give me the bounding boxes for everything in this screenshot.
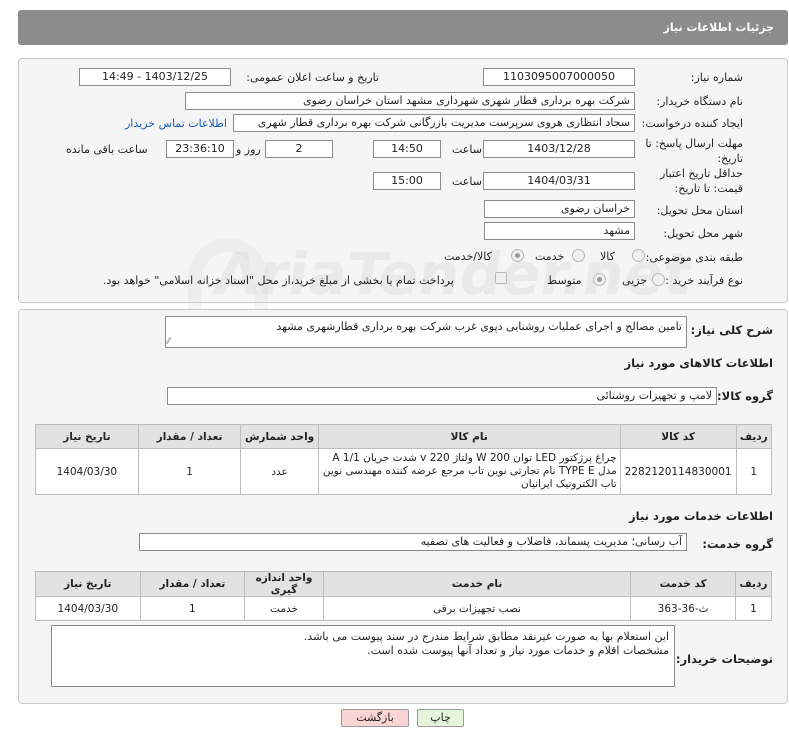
services-col-unit: واحد اندازه گیری [244,571,324,597]
process-radio-medium[interactable] [593,273,606,286]
back-button[interactable]: بازگشت [341,709,409,727]
services-cell-name: نصب تجهیزات برقی [322,596,632,621]
page-header: جزئیات اطلاعات نیاز [18,10,788,45]
province-field: خراسان رضوی [484,200,635,218]
send-deadline-time-field: 14:50 [373,140,441,158]
price-validity-label: حداقل تاریخ اعتبار قیمت: تا تاریخ: [659,167,743,195]
process-radio-minor[interactable] [652,273,665,286]
process-option-medium: متوسط [547,274,582,287]
buyer-notes-field: این استعلام بها به صورت غیرنقد مطابق شرا… [51,625,675,687]
city-label: شهر محل تحویل: [663,227,743,240]
print-button[interactable]: چاپ [417,709,464,727]
requester-field: سجاد انتظاری هروی سرپرست مدیریت بازرگانی… [233,114,635,132]
goods-cell-row: 1 [735,448,773,495]
category-radio-service[interactable] [572,249,585,262]
buyer-org-label: نام دستگاه خریدار: [656,95,743,108]
category-option-goods: کالا [600,250,615,263]
buyer-notes-line-1: این استعلام بها به صورت غیرنقد مطابق شرا… [303,630,669,643]
goods-section-title: اطلاعات کالاهای مورد نیاز [624,356,773,370]
goods-group-field: لامپ و تجهیزات روشنائی [167,387,717,405]
remaining-label: ساعت باقی مانده [66,143,148,156]
send-deadline-time-label: ساعت [452,143,482,156]
buyer-notes-label: توضیحات خریدار: [675,652,773,666]
services-col-row: ردیف [734,571,773,597]
services-table: ردیف کد خدمت نام خدمت واحد اندازه گیری ت… [35,571,773,621]
days-label: روز و [236,143,261,156]
description-field: تامین مصالح و اجرای عملیات روشنایی دپوی … [165,316,687,348]
process-label: نوع فرآیند خرید : [665,274,743,287]
send-deadline-date-field: 1403/12/28 [483,140,635,158]
send-deadline-label: مهلت ارسال پاسخ: تا تاریخ: [645,137,743,165]
price-validity-time-label: ساعت [452,175,482,188]
services-group-label: گروه خدمت: [702,537,773,551]
goods-col-name: نام کالا [317,424,621,449]
goods-col-unit: واحد شمارش [240,424,319,449]
resize-handle-icon[interactable]: ⁄⁄ [167,337,170,347]
remaining-time-field: 23:36:10 [166,140,234,158]
services-col-date: تاریخ نیاز [35,571,141,597]
category-option-service: خدمت [535,250,565,263]
payment-note: پرداخت تمام یا بخشی از مبلغ خرید،از محل … [103,274,454,287]
goods-col-qty: تعداد / مقدار [137,424,242,449]
days-field: 2 [265,140,333,158]
category-label: طبقه بندی موضوعی: [645,251,743,264]
goods-group-label: گروه کالا: [717,389,773,403]
services-cell-qty: 1 [139,596,246,621]
requester-label: ایجاد کننده درخواست: [641,117,743,130]
services-col-code: کد خدمت [630,571,736,597]
services-col-qty: تعداد / مقدار [139,571,246,597]
description-label: شرح کلی نیاز: [690,323,773,337]
payment-checkbox[interactable] [495,272,507,284]
goods-cell-unit: عدد [240,448,319,495]
goods-cell-name: چراغ پرژکتور LED توان W 200 ولتاژ 220 v … [317,448,621,495]
city-field: مشهد [484,222,635,240]
price-validity-date-field: 1404/03/31 [483,172,635,190]
services-table-header: ردیف کد خدمت نام خدمت واحد اندازه گیری ت… [35,571,773,597]
table-row: 1 ث-36-363 نصب تجهیزات برقی خدمت 1 1404/… [35,596,773,621]
services-cell-row: 1 [734,596,773,621]
buyer-notes-line-2: مشخصات اقلام و خدمات مورد نیاز و تعداد آ… [367,644,669,657]
goods-cell-qty: 1 [137,448,242,495]
process-option-minor: جزیی [622,274,648,287]
goods-cell-code: 2282120114830001 [619,448,737,495]
price-validity-time-field: 15:00 [373,172,441,190]
table-row: 1 2282120114830001 چراغ پرژکتور LED توان… [35,448,773,495]
announce-field: 1403/12/25 - 14:49 [79,68,231,86]
page-title: جزئیات اطلاعات نیاز [663,21,775,34]
goods-cell-date: 1404/03/30 [35,448,139,495]
category-radio-goods-service[interactable] [511,249,524,262]
need-number-label: شماره نیاز: [690,71,743,84]
need-number-field: 1103095007000050 [483,68,635,86]
buyer-contact-link[interactable]: اطلاعات تماس خریدار [125,117,227,130]
goods-col-date: تاریخ نیاز [35,424,139,449]
province-label: استان محل تحویل: [656,204,743,217]
goods-col-row: ردیف [735,424,773,449]
services-section-title: اطلاعات خدمات مورد نیاز [629,509,773,523]
announce-label: تاریخ و ساعت اعلان عمومی: [246,71,379,84]
services-group-field: آب رسانی؛ مدیریت پسماند، فاضلاب و فعالیت… [139,533,687,551]
category-radio-goods[interactable] [632,249,645,262]
services-col-name: نام خدمت [322,571,632,597]
goods-table-header: ردیف کد کالا نام کالا واحد شمارش تعداد /… [35,424,773,449]
services-cell-unit: خدمت [244,596,324,621]
goods-col-code: کد کالا [619,424,737,449]
services-cell-date: 1404/03/30 [35,596,141,621]
buyer-org-field: شرکت بهره برداری قطار شهری شهرداری مشهد … [185,92,635,110]
goods-table: ردیف کد کالا نام کالا واحد شمارش تعداد /… [35,424,773,495]
category-option-goods-service: کالا/خدمت [444,250,492,263]
services-cell-code: ث-36-363 [630,596,736,621]
